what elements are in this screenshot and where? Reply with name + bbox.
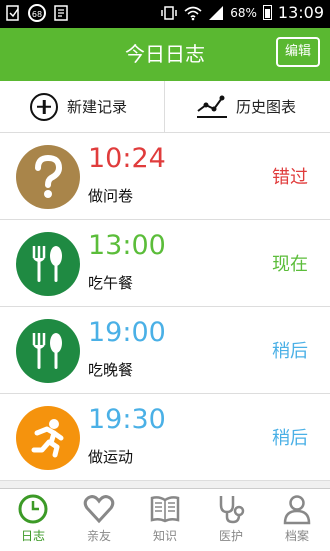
item-name: 做问卷 bbox=[88, 187, 134, 205]
tab-label: 知识 bbox=[152, 529, 177, 543]
item-time: 19:00 bbox=[88, 317, 166, 348]
item-avatar bbox=[16, 319, 80, 383]
utensils-icon bbox=[32, 333, 62, 369]
new-record-label: 新建记录 bbox=[67, 98, 128, 116]
title-bar: 今日日志 编辑 bbox=[0, 28, 330, 81]
status-bar: 68 68% 13:09 bbox=[0, 0, 330, 28]
bottom-tab-bar: 日志 亲友 知识 医护 档案 bbox=[0, 488, 330, 551]
item-name: 做运动 bbox=[88, 448, 134, 466]
vibrate-icon bbox=[161, 5, 177, 20]
tab-label: 日志 bbox=[20, 529, 45, 543]
history-chart-button[interactable]: 历史图表 bbox=[196, 81, 296, 132]
running-icon bbox=[31, 419, 64, 458]
list-item[interactable]: 19:30 做运动 稍后 bbox=[0, 394, 330, 481]
person-icon bbox=[283, 495, 311, 525]
item-name: 吃午餐 bbox=[88, 274, 134, 292]
item-time: 19:30 bbox=[88, 404, 166, 435]
wifi-icon bbox=[184, 6, 202, 20]
item-avatar bbox=[16, 145, 80, 209]
notification-badge: 68 bbox=[28, 4, 46, 22]
line-chart-icon bbox=[197, 95, 227, 118]
tab-knowledge[interactable]: 知识 bbox=[132, 489, 198, 551]
edit-button[interactable]: 编辑 bbox=[276, 37, 320, 67]
stethoscope-icon bbox=[219, 496, 245, 524]
tab-label: 医护 bbox=[218, 529, 243, 543]
item-state: 错过 bbox=[272, 167, 308, 188]
battery-percent: 68% bbox=[230, 5, 257, 20]
clock-icon bbox=[18, 494, 48, 524]
battery-icon bbox=[262, 5, 272, 20]
book-icon bbox=[150, 496, 180, 523]
list-item[interactable]: 19:00 吃晚餐 稍后 bbox=[0, 307, 330, 394]
history-chart-label: 历史图表 bbox=[236, 98, 297, 116]
item-avatar bbox=[16, 406, 80, 470]
app-notification-icon bbox=[54, 5, 68, 21]
log-list: 10:24 做问卷 错过 13:00 吃午餐 现在 19:00 吃晚餐 稍后 1… bbox=[0, 133, 330, 481]
clock-time: 13:09 bbox=[277, 3, 324, 22]
notification-icon bbox=[6, 5, 19, 21]
item-state: 现在 bbox=[272, 254, 308, 275]
heart-icon bbox=[83, 495, 115, 524]
add-circle-icon bbox=[30, 92, 58, 121]
tab-log[interactable]: 日志 bbox=[0, 489, 66, 551]
question-icon bbox=[35, 154, 63, 198]
tab-friends[interactable]: 亲友 bbox=[66, 489, 132, 551]
tab-label: 档案 bbox=[284, 529, 309, 543]
tab-medical[interactable]: 医护 bbox=[198, 489, 264, 551]
item-avatar bbox=[16, 232, 80, 296]
tab-records[interactable]: 档案 bbox=[264, 489, 330, 551]
signal-icon bbox=[209, 5, 224, 20]
action-divider bbox=[164, 81, 165, 132]
utensils-icon bbox=[32, 246, 62, 282]
tab-label: 亲友 bbox=[86, 529, 111, 543]
item-state: 稍后 bbox=[272, 341, 308, 362]
item-time: 10:24 bbox=[88, 143, 166, 174]
action-bar: 新建记录 历史图表 bbox=[0, 81, 330, 133]
new-record-button[interactable]: 新建记录 bbox=[30, 81, 127, 132]
list-item[interactable]: 10:24 做问卷 错过 bbox=[0, 133, 330, 220]
item-name: 吃晚餐 bbox=[88, 361, 134, 379]
item-state: 稍后 bbox=[272, 428, 308, 449]
item-time: 13:00 bbox=[88, 230, 166, 261]
list-item[interactable]: 13:00 吃午餐 现在 bbox=[0, 220, 330, 307]
